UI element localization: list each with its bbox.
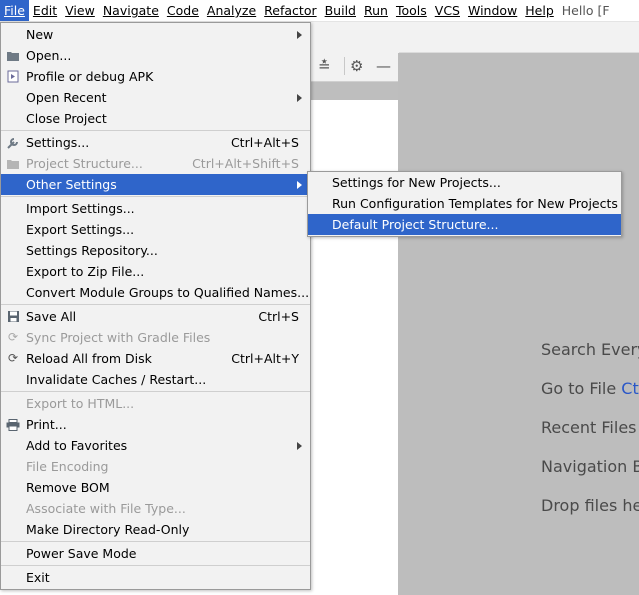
- menu-separator: [1, 196, 310, 197]
- menu-separator: [1, 391, 310, 392]
- printer-icon: [5, 414, 21, 435]
- menu-analyze[interactable]: Analyze: [203, 0, 260, 21]
- menu-separator: [1, 565, 310, 566]
- menu-item-make-readonly[interactable]: Make Directory Read-Only: [1, 519, 310, 540]
- menu-item-print[interactable]: Print...: [1, 414, 310, 435]
- menu-item-associate-file-type[interactable]: Associate with File Type...: [1, 498, 310, 519]
- folder-icon: [5, 45, 21, 66]
- menu-build[interactable]: Build: [321, 0, 360, 21]
- menu-window[interactable]: Window: [464, 0, 521, 21]
- hint-recent-files: Recent Files C: [541, 418, 637, 437]
- menu-item-import-settings[interactable]: Import Settings...: [1, 198, 310, 219]
- apk-icon: [5, 66, 21, 87]
- menu-separator: [1, 304, 310, 305]
- menu-item-settings-repository[interactable]: Settings Repository...: [1, 240, 310, 261]
- hint-go-to-file: Go to File Ctr: [541, 379, 639, 398]
- hint-search-everywhere: Search Everyw: [541, 340, 639, 359]
- menu-edit[interactable]: Edit: [29, 0, 61, 21]
- menu-item-close-project[interactable]: Close Project: [1, 108, 310, 129]
- submenu-item-run-config-templates[interactable]: Run Configuration Templates for New Proj…: [308, 193, 621, 214]
- menu-item-export-settings[interactable]: Export Settings...: [1, 219, 310, 240]
- tool-window-toolbar: ≛ ⚙ —: [310, 52, 399, 82]
- menu-item-exit[interactable]: Exit: [1, 567, 310, 588]
- menu-item-project-structure[interactable]: Project Structure... Ctrl+Alt+Shift+S: [1, 153, 310, 174]
- menu-item-sync-gradle[interactable]: ⟳ Sync Project with Gradle Files: [1, 327, 310, 348]
- collapse-icon[interactable]: ≛: [318, 58, 331, 74]
- submenu-item-settings-new-projects[interactable]: Settings for New Projects...: [308, 172, 621, 193]
- hint-drop-files: Drop files he: [541, 496, 639, 515]
- file-menu-popup: New Open... Profile or debug APK Open Re…: [0, 22, 311, 590]
- menu-item-reload-disk[interactable]: ⟳ Reload All from Disk Ctrl+Alt+Y: [1, 348, 310, 369]
- menu-item-open-recent[interactable]: Open Recent: [1, 87, 310, 108]
- menu-bar: File Edit View Navigate Code Analyze Ref…: [0, 0, 639, 22]
- menu-help[interactable]: Help: [521, 0, 558, 21]
- menu-separator: [1, 541, 310, 542]
- menu-item-open[interactable]: Open...: [1, 45, 310, 66]
- menu-item-profile-apk[interactable]: Profile or debug APK: [1, 66, 310, 87]
- other-settings-submenu: Settings for New Projects... Run Configu…: [307, 171, 622, 237]
- menu-item-remove-bom[interactable]: Remove BOM: [1, 477, 310, 498]
- toolbar-divider: [344, 57, 345, 75]
- reload-icon: ⟳: [7, 351, 19, 365]
- menu-item-settings[interactable]: Settings... Ctrl+Alt+S: [1, 132, 310, 153]
- save-icon: [5, 306, 21, 327]
- navigation-strip: [310, 22, 639, 53]
- menu-file[interactable]: File: [0, 0, 29, 21]
- menu-refactor[interactable]: Refactor: [260, 0, 320, 21]
- menu-navigate[interactable]: Navigate: [99, 0, 163, 21]
- menu-code[interactable]: Code: [163, 0, 203, 21]
- menu-item-new[interactable]: New: [1, 24, 310, 45]
- editor-empty-area: Search Everyw Go to File Ctr Recent File…: [398, 53, 639, 595]
- project-structure-icon: [5, 153, 21, 174]
- window-title-text: Hello [F: [561, 3, 610, 18]
- menu-item-power-save[interactable]: Power Save Mode: [1, 543, 310, 564]
- gear-icon[interactable]: ⚙: [350, 58, 363, 74]
- wrench-icon: [5, 132, 21, 153]
- gradle-sync-icon: ⟳: [7, 330, 19, 344]
- menu-item-invalidate-caches[interactable]: Invalidate Caches / Restart...: [1, 369, 310, 390]
- menu-vcs[interactable]: VCS: [431, 0, 464, 21]
- minimize-icon[interactable]: —: [376, 58, 391, 74]
- menu-item-export-html[interactable]: Export to HTML...: [1, 393, 310, 414]
- menu-view[interactable]: View: [61, 0, 99, 21]
- submenu-arrow-icon: [297, 442, 302, 450]
- menu-item-add-favorites[interactable]: Add to Favorites: [1, 435, 310, 456]
- menu-separator: [1, 130, 310, 131]
- hint-navigation-bar: Navigation B: [541, 457, 639, 476]
- submenu-arrow-icon: [297, 31, 302, 39]
- menu-item-other-settings[interactable]: Other Settings: [1, 174, 310, 195]
- menu-item-file-encoding[interactable]: File Encoding: [1, 456, 310, 477]
- tool-window-header: [310, 82, 399, 100]
- menu-tools[interactable]: Tools: [392, 0, 431, 21]
- menu-item-export-zip[interactable]: Export to Zip File...: [1, 261, 310, 282]
- menu-item-convert-module-groups[interactable]: Convert Module Groups to Qualified Names…: [1, 282, 310, 303]
- menu-run[interactable]: Run: [360, 0, 392, 21]
- submenu-arrow-icon: [297, 181, 302, 189]
- submenu-item-default-project-structure[interactable]: Default Project Structure...: [308, 214, 621, 235]
- menu-item-save-all[interactable]: Save All Ctrl+S: [1, 306, 310, 327]
- submenu-arrow-icon: [297, 94, 302, 102]
